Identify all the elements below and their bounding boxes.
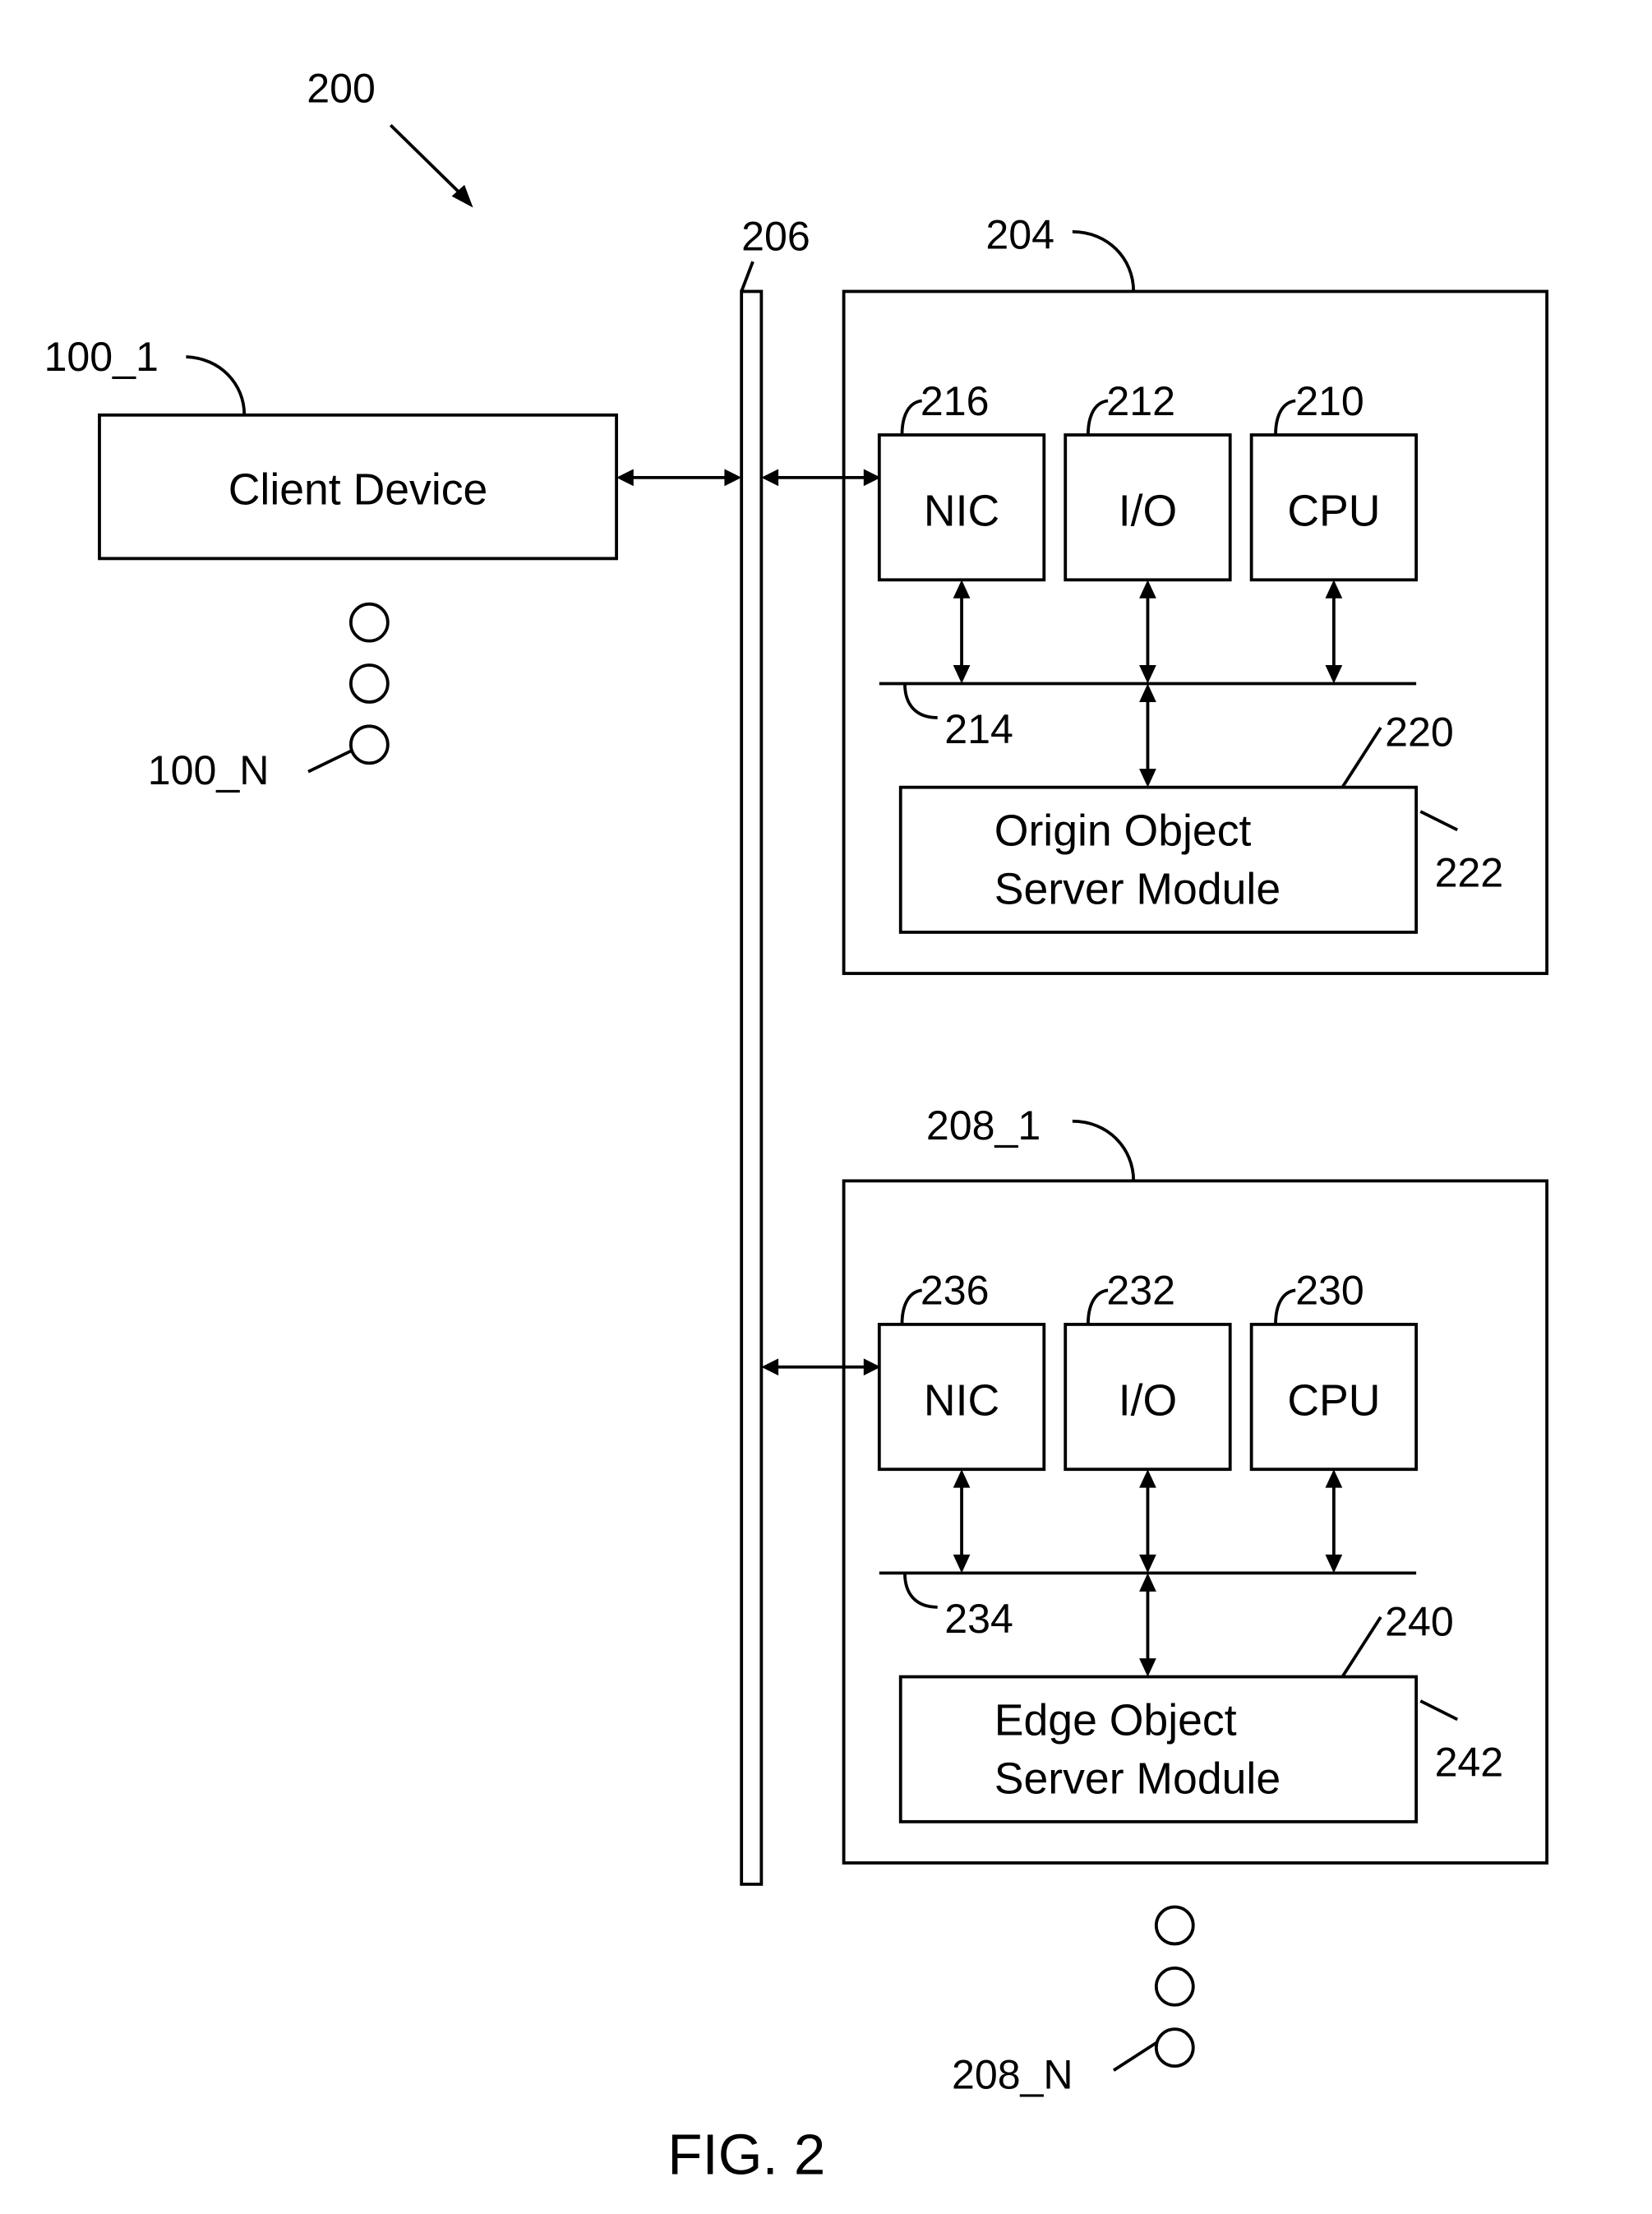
network-ref-label: 206 <box>741 213 810 259</box>
origin-server-ref-label: 204 <box>985 212 1054 258</box>
client-bus-arrow <box>616 469 742 487</box>
client-last-ref-label: 100_N <box>148 747 270 793</box>
edge-bus-ref-label: 234 <box>944 1596 1013 1642</box>
edge-io-label: I/O <box>1119 1377 1177 1426</box>
edge-submodule-ref-label: 242 <box>1435 1740 1504 1786</box>
origin-bus-ref-label: 214 <box>944 706 1013 752</box>
patent-diagram: 200 206 100_1 Client Device 100_N 204 21… <box>44 66 1549 2186</box>
edge-continuation-dot <box>1154 1905 1195 1946</box>
edge-nic-label: NIC <box>924 1377 999 1426</box>
origin-cpu-ref-label: 210 <box>1295 378 1364 424</box>
edge-continuation-dot <box>1154 2027 1195 2068</box>
network-bus <box>740 289 764 1886</box>
network-leader-line <box>740 261 754 293</box>
edge-last-leader-line <box>1112 2041 1159 2072</box>
edge-module-line2: Server Module <box>994 1754 1281 1803</box>
origin-module-ref-label: 220 <box>1385 709 1454 756</box>
origin-cpu-label: CPU <box>1287 488 1380 536</box>
origin-nic-ref-label: 216 <box>921 378 990 424</box>
edge-cpu-ref-label: 230 <box>1295 1268 1364 1314</box>
client-continuation-dot <box>348 663 390 704</box>
edge-nic-ref-label: 236 <box>921 1268 990 1314</box>
client-device-label: Client Device <box>228 466 488 515</box>
edge-io-ref-label: 232 <box>1106 1268 1175 1314</box>
client-leader-line <box>186 355 247 415</box>
client-ref-label: 100_1 <box>44 334 159 380</box>
edge-cpu-label: CPU <box>1287 1377 1380 1426</box>
edge-module-line1: Edge Object <box>994 1696 1237 1745</box>
origin-server-leader-line <box>1072 229 1136 292</box>
client-last-leader-line <box>307 748 353 774</box>
origin-module-line1: Origin Object <box>994 807 1252 855</box>
edge-server-ref-label: 208_1 <box>926 1102 1041 1149</box>
client-continuation-dot <box>348 602 390 643</box>
origin-nic-label: NIC <box>924 488 999 536</box>
origin-module-line2: Server Module <box>994 865 1281 913</box>
edge-last-ref-label: 208_N <box>952 2052 1073 2098</box>
edge-continuation-dot <box>1154 1966 1195 2007</box>
origin-io-label: I/O <box>1119 488 1177 536</box>
client-continuation-dot <box>348 724 390 765</box>
system-ref-label: 200 <box>307 66 376 112</box>
origin-io-ref-label: 212 <box>1106 378 1175 424</box>
system-ref-arrow <box>389 123 473 208</box>
edge-module-ref-label: 240 <box>1385 1598 1454 1644</box>
edge-server-leader-line <box>1072 1119 1136 1181</box>
figure-caption: FIG. 2 <box>667 2122 825 2186</box>
origin-submodule-ref-label: 222 <box>1435 850 1504 896</box>
